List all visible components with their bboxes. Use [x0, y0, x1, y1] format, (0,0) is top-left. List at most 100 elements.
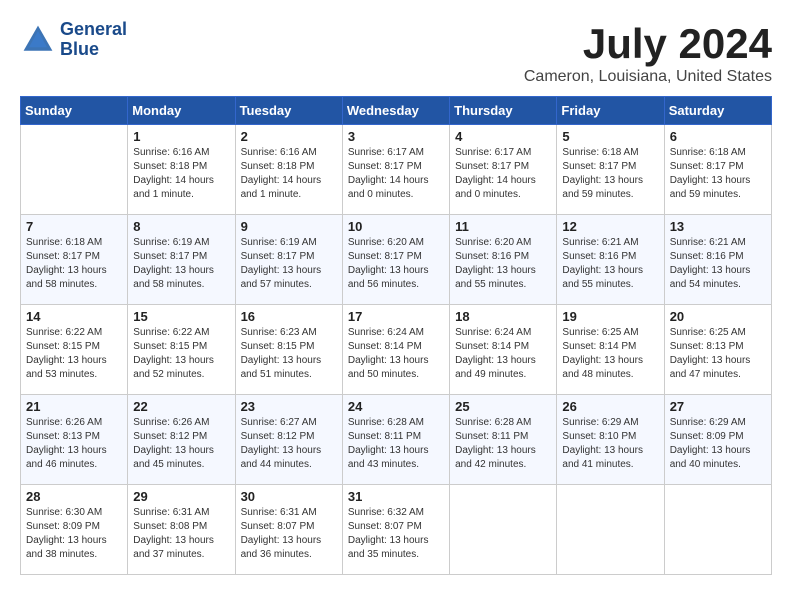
day-number: 23 — [241, 399, 337, 414]
day-info: Sunrise: 6:20 AMSunset: 8:16 PMDaylight:… — [455, 236, 551, 292]
calendar-cell: 2 Sunrise: 6:16 AMSunset: 8:18 PMDaylight… — [235, 125, 342, 215]
day-info: Sunrise: 6:25 AMSunset: 8:14 PMDaylight:… — [562, 326, 658, 382]
day-number: 19 — [562, 309, 658, 324]
calendar-cell: 30Sunrise: 6:31 AMSunset: 8:07 PMDayligh… — [235, 485, 342, 575]
weekday-header-tuesday: Tuesday — [235, 97, 342, 125]
day-info: Sunrise: 6:22 AMSunset: 8:15 PMDaylight:… — [133, 326, 229, 382]
calendar-cell — [21, 125, 128, 215]
week-row-5: 28 Sunrise: 6:30 AMSunset: 8:09 PMDayligh… — [21, 485, 772, 575]
calendar-cell: 31Sunrise: 6:32 AMSunset: 8:07 PMDayligh… — [342, 485, 449, 575]
day-number: 28 — [26, 489, 122, 504]
day-info: Sunrise: 6:24 AMSunset: 8:14 PMDaylight:… — [348, 326, 444, 382]
day-number: 17 — [348, 309, 444, 324]
day-info: Sunrise: 6:19 AMSunset: 8:17 PMDaylight:… — [241, 236, 337, 292]
weekday-header-wednesday: Wednesday — [342, 97, 449, 125]
day-number: 13 — [670, 219, 766, 234]
calendar-cell: 10Sunrise: 6:20 AMSunset: 8:17 PMDayligh… — [342, 215, 449, 305]
day-info: Sunrise: 6:31 AMSunset: 8:07 PMDaylight:… — [241, 506, 337, 562]
calendar-cell: 22 Sunrise: 6:26 AMSunset: 8:12 PMDayligh… — [128, 395, 235, 485]
day-number: 4 — [455, 129, 551, 144]
day-number: 12 — [562, 219, 658, 234]
day-number: 27 — [670, 399, 766, 414]
day-info: Sunrise: 6:19 AMSunset: 8:17 PMDaylight:… — [133, 236, 229, 292]
calendar-cell: 26 Sunrise: 6:29 AMSunset: 8:10 PMDayligh… — [557, 395, 664, 485]
calendar-cell: 14Sunrise: 6:22 AMSunset: 8:15 PMDayligh… — [21, 305, 128, 395]
title-area: July 2024 Cameron, Louisiana, United Sta… — [524, 20, 772, 86]
day-number: 21 — [26, 399, 122, 414]
calendar-cell: 21 Sunrise: 6:26 AMSunset: 8:13 PMDayligh… — [21, 395, 128, 485]
day-number: 10 — [348, 219, 444, 234]
day-number: 1 — [133, 129, 229, 144]
calendar-cell — [557, 485, 664, 575]
day-number: 22 — [133, 399, 229, 414]
calendar-cell: 13 Sunrise: 6:21 AMSunset: 8:16 PMDayligh… — [664, 215, 771, 305]
day-number: 29 — [133, 489, 229, 504]
calendar-cell: 18 Sunrise: 6:24 AMSunset: 8:14 PMDayligh… — [450, 305, 557, 395]
day-info: Sunrise: 6:22 AMSunset: 8:15 PMDaylight:… — [26, 326, 122, 382]
calendar-cell: 8Sunrise: 6:19 AMSunset: 8:17 PMDaylight… — [128, 215, 235, 305]
week-row-4: 21 Sunrise: 6:26 AMSunset: 8:13 PMDayligh… — [21, 395, 772, 485]
day-number: 24 — [348, 399, 444, 414]
calendar-cell: 28 Sunrise: 6:30 AMSunset: 8:09 PMDayligh… — [21, 485, 128, 575]
calendar-cell: 4Sunrise: 6:17 AMSunset: 8:17 PMDaylight… — [450, 125, 557, 215]
day-number: 25 — [455, 399, 551, 414]
day-info: Sunrise: 6:29 AMSunset: 8:10 PMDaylight:… — [562, 416, 658, 472]
day-number: 9 — [241, 219, 337, 234]
day-info: Sunrise: 6:18 AMSunset: 8:17 PMDaylight:… — [670, 146, 766, 202]
day-number: 26 — [562, 399, 658, 414]
weekday-header-row: SundayMondayTuesdayWednesdayThursdayFrid… — [21, 97, 772, 125]
calendar-cell: 1 Sunrise: 6:16 AMSunset: 8:18 PMDaylight… — [128, 125, 235, 215]
day-number: 18 — [455, 309, 551, 324]
weekday-header-thursday: Thursday — [450, 97, 557, 125]
weekday-header-friday: Friday — [557, 97, 664, 125]
weekday-header-saturday: Saturday — [664, 97, 771, 125]
calendar-cell: 7 Sunrise: 6:18 AMSunset: 8:17 PMDaylight… — [21, 215, 128, 305]
calendar-cell: 11 Sunrise: 6:20 AMSunset: 8:16 PMDayligh… — [450, 215, 557, 305]
day-info: Sunrise: 6:28 AMSunset: 8:11 PMDaylight:… — [348, 416, 444, 472]
calendar-cell: 24 Sunrise: 6:28 AMSunset: 8:11 PMDayligh… — [342, 395, 449, 485]
logo-line1: General — [60, 20, 127, 40]
day-number: 11 — [455, 219, 551, 234]
calendar-cell: 19 Sunrise: 6:25 AMSunset: 8:14 PMDayligh… — [557, 305, 664, 395]
calendar-cell: 5 Sunrise: 6:18 AMSunset: 8:17 PMDaylight… — [557, 125, 664, 215]
week-row-1: 1 Sunrise: 6:16 AMSunset: 8:18 PMDaylight… — [21, 125, 772, 215]
day-info: Sunrise: 6:25 AMSunset: 8:13 PMDaylight:… — [670, 326, 766, 382]
day-number: 15 — [133, 309, 229, 324]
day-info: Sunrise: 6:31 AMSunset: 8:08 PMDaylight:… — [133, 506, 229, 562]
day-number: 6 — [670, 129, 766, 144]
calendar-cell — [664, 485, 771, 575]
calendar-cell — [450, 485, 557, 575]
day-info: Sunrise: 6:27 AMSunset: 8:12 PMDaylight:… — [241, 416, 337, 472]
day-number: 7 — [26, 219, 122, 234]
day-info: Sunrise: 6:16 AMSunset: 8:18 PMDaylight:… — [241, 146, 337, 202]
day-info: Sunrise: 6:32 AMSunset: 8:07 PMDaylight:… — [348, 506, 444, 562]
calendar-cell: 12Sunrise: 6:21 AMSunset: 8:16 PMDayligh… — [557, 215, 664, 305]
logo: General Blue — [20, 20, 127, 60]
calendar-cell: 23 Sunrise: 6:27 AMSunset: 8:12 PMDayligh… — [235, 395, 342, 485]
day-info: Sunrise: 6:21 AMSunset: 8:16 PMDaylight:… — [670, 236, 766, 292]
week-row-2: 7 Sunrise: 6:18 AMSunset: 8:17 PMDaylight… — [21, 215, 772, 305]
day-info: Sunrise: 6:16 AMSunset: 8:18 PMDaylight:… — [133, 146, 229, 202]
logo-icon — [20, 22, 56, 58]
logo-line2: Blue — [60, 40, 127, 60]
day-number: 2 — [241, 129, 337, 144]
day-info: Sunrise: 6:26 AMSunset: 8:12 PMDaylight:… — [133, 416, 229, 472]
page-header: General Blue July 2024 Cameron, Louisian… — [20, 20, 772, 86]
day-info: Sunrise: 6:18 AMSunset: 8:17 PMDaylight:… — [26, 236, 122, 292]
day-info: Sunrise: 6:17 AMSunset: 8:17 PMDaylight:… — [348, 146, 444, 202]
day-info: Sunrise: 6:26 AMSunset: 8:13 PMDaylight:… — [26, 416, 122, 472]
calendar-cell: 9 Sunrise: 6:19 AMSunset: 8:17 PMDaylight… — [235, 215, 342, 305]
calendar-cell: 17 Sunrise: 6:24 AMSunset: 8:14 PMDayligh… — [342, 305, 449, 395]
month-title: July 2024 — [524, 20, 772, 68]
day-info: Sunrise: 6:23 AMSunset: 8:15 PMDaylight:… — [241, 326, 337, 382]
day-info: Sunrise: 6:28 AMSunset: 8:11 PMDaylight:… — [455, 416, 551, 472]
calendar-cell: 3Sunrise: 6:17 AMSunset: 8:17 PMDaylight… — [342, 125, 449, 215]
day-number: 5 — [562, 129, 658, 144]
day-info: Sunrise: 6:18 AMSunset: 8:17 PMDaylight:… — [562, 146, 658, 202]
calendar-table: SundayMondayTuesdayWednesdayThursdayFrid… — [20, 96, 772, 575]
day-info: Sunrise: 6:24 AMSunset: 8:14 PMDaylight:… — [455, 326, 551, 382]
weekday-header-sunday: Sunday — [21, 97, 128, 125]
calendar-cell: 25 Sunrise: 6:28 AMSunset: 8:11 PMDayligh… — [450, 395, 557, 485]
day-info: Sunrise: 6:30 AMSunset: 8:09 PMDaylight:… — [26, 506, 122, 562]
calendar-cell: 16Sunrise: 6:23 AMSunset: 8:15 PMDayligh… — [235, 305, 342, 395]
